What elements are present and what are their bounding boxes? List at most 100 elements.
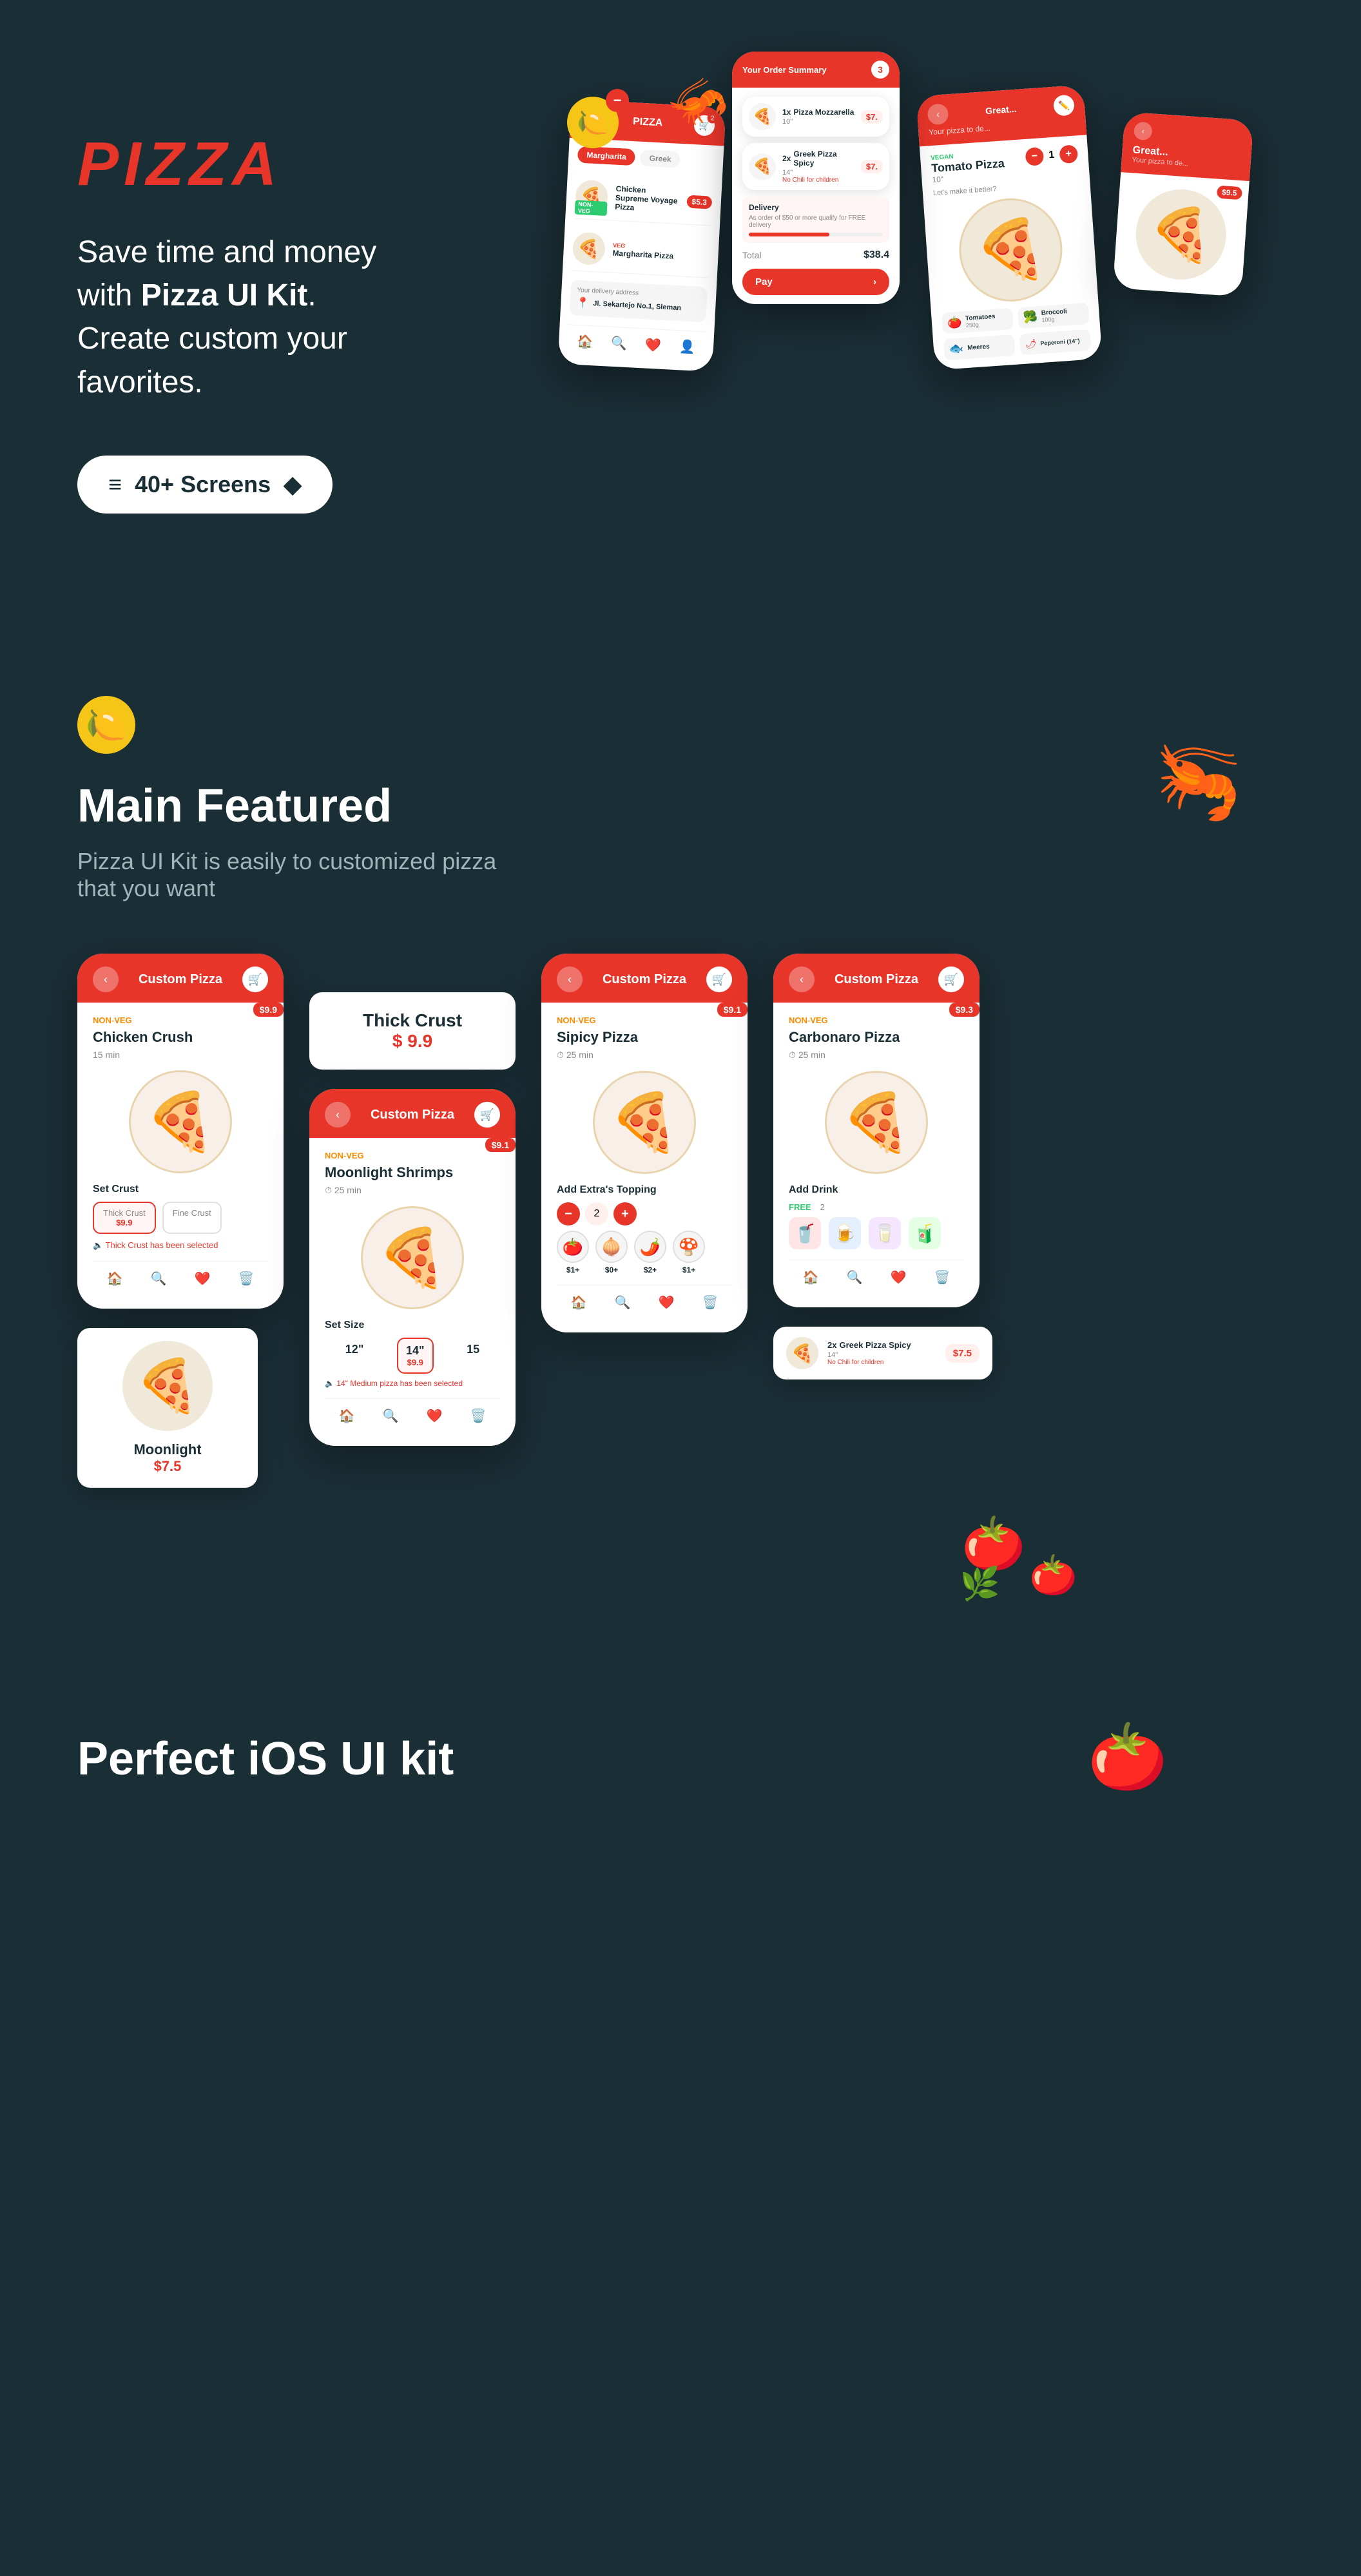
nav-heart-s3[interactable]: ❤️ xyxy=(659,1294,675,1311)
edit-icon-p3[interactable]: ✏️ xyxy=(1053,95,1075,117)
screen2-pizza-img-wrap: 🍕 xyxy=(325,1206,500,1309)
topping-plus-btn[interactable]: + xyxy=(613,1202,637,1226)
nav-home-s2[interactable]: 🏠 xyxy=(339,1408,355,1424)
cart-btn-s1[interactable]: 🛒 xyxy=(242,966,268,992)
screen3-pizza-name: Sipicy Pizza xyxy=(557,1029,732,1046)
nav-heart-p1[interactable]: ❤️ xyxy=(645,337,662,354)
size-options-s2: 12" 14" $9.9 15 xyxy=(325,1338,500,1374)
crust-opt-thick[interactable]: Thick Crust $9.9 xyxy=(93,1202,156,1234)
nav-heart-s4[interactable]: ❤️ xyxy=(891,1269,907,1285)
pizza-item-1: 🍕 NON-VEG Chicken Supreme Voyage Pizza $… xyxy=(574,173,713,226)
crust-fine-name: Fine Crust xyxy=(173,1208,211,1218)
phone1-body: Margharita Greek 🍕 NON-VEG xyxy=(557,138,724,372)
screen4-pizza-img-wrap: 🍕 xyxy=(789,1071,964,1174)
tab-greek[interactable]: Greek xyxy=(640,149,680,168)
back-btn-s2[interactable]: ‹ xyxy=(325,1102,351,1128)
size-opt-15[interactable]: 15 xyxy=(459,1338,487,1374)
nav-trash-s4[interactable]: 🗑️ xyxy=(934,1269,951,1285)
screen4-header: ‹ Custom Pizza 🛒 xyxy=(773,954,980,1003)
order-summary-header-bar: Your Order Summary 3 xyxy=(732,52,900,88)
s2-time-val: 25 min xyxy=(334,1185,362,1195)
moonlight-pizza-img: 🍕 xyxy=(122,1341,213,1431)
qty-plus-p3[interactable]: + xyxy=(1059,144,1078,164)
nav-home-s1[interactable]: 🏠 xyxy=(107,1271,123,1287)
tomato-icon: 🍅 xyxy=(947,316,962,331)
category-tabs-p1: Margharita Greek xyxy=(577,146,715,170)
broccoli-qty: 100g xyxy=(1041,315,1068,323)
topping-add-controls: − 2 + xyxy=(557,1202,732,1226)
nav-trash-s2[interactable]: 🗑️ xyxy=(470,1408,487,1424)
back-icon-p4[interactable]: ‹ xyxy=(1134,121,1153,140)
screen1-title: Custom Pizza xyxy=(139,972,222,987)
greek-qty-name: 2x Greek Pizza Spicy xyxy=(827,1340,936,1350)
nav-heart-s1[interactable]: ❤️ xyxy=(195,1271,211,1287)
crust-opt-fine[interactable]: Fine Crust xyxy=(162,1202,222,1234)
phone3-body: VEGAN Tomato Pizza 10" − 1 + Let's make … xyxy=(920,135,1103,370)
layers-icon: ≡ xyxy=(108,471,122,498)
nav-home-p1[interactable]: 🏠 xyxy=(577,333,594,350)
nav-user-p1[interactable]: 👤 xyxy=(679,338,695,355)
nav-heart-s2[interactable]: ❤️ xyxy=(427,1408,443,1424)
brand-logo: PIZZA xyxy=(77,129,464,200)
cart-btn-s3[interactable]: 🛒 xyxy=(706,966,732,992)
nav-search-p1[interactable]: 🔍 xyxy=(611,335,628,352)
topping-minus-btn[interactable]: − xyxy=(557,1202,580,1226)
nav-search-s3[interactable]: 🔍 xyxy=(615,1294,631,1311)
nav-search-s4[interactable]: 🔍 xyxy=(847,1269,863,1285)
phone3-title: Great... xyxy=(985,104,1017,116)
price-badge-s1: $9.9 xyxy=(253,1003,284,1017)
delivery-addr-bar: Your delivery address 📍 Jl. Sekartejo No… xyxy=(569,280,708,322)
screen2-title: Custom Pizza xyxy=(371,1108,454,1122)
featured-screens: ‹ Custom Pizza 🛒 $9.9 NON-VEG Chicken Cr… xyxy=(77,954,1284,1488)
pay-button[interactable]: Pay › xyxy=(742,269,889,295)
topping-peperoni-info: Peperoni (14") xyxy=(1040,337,1080,346)
screens-badge[interactable]: ≡ 40+ Screens ◆ xyxy=(77,456,333,514)
phone4-header-row: ‹ xyxy=(1134,121,1243,147)
order-badge: 3 xyxy=(871,61,889,79)
pizza-info-1: Chicken Supreme Voyage Pizza xyxy=(615,184,680,215)
tab-margharita[interactable]: Margharita xyxy=(577,146,636,166)
screen1-pizza-name: Chicken Crush xyxy=(93,1029,268,1046)
nav-search-s1[interactable]: 🔍 xyxy=(151,1271,167,1287)
thick-crust-name: Thick Crust xyxy=(333,1010,492,1031)
cart-btn-s4[interactable]: 🛒 xyxy=(938,966,964,992)
screen2-body: $9.1 NON-VEG Moonlight Shrimps ⏱ 25 min … xyxy=(309,1138,516,1446)
order-summary-title: Your Order Summary xyxy=(742,65,827,75)
qty-minus-p3[interactable]: − xyxy=(1025,147,1045,166)
size-opt-14[interactable]: 14" $9.9 xyxy=(397,1338,434,1374)
nav-trash-s1[interactable]: 🗑️ xyxy=(238,1271,255,1287)
topping-meeres-info: Meeres xyxy=(967,343,990,352)
feat-col-right-mid: ‹ Custom Pizza 🛒 $9.1 NON-VEG Sipicy Piz… xyxy=(541,954,748,1332)
drink-cola: 🥤 xyxy=(789,1217,821,1249)
screen4-bottom-nav: 🏠 🔍 ❤️ 🗑️ xyxy=(789,1260,964,1294)
screen1-bottom-nav: 🏠 🔍 ❤️ 🗑️ xyxy=(93,1261,268,1296)
nav-trash-s3[interactable]: 🗑️ xyxy=(702,1294,719,1311)
nav-home-s4[interactable]: 🏠 xyxy=(803,1269,819,1285)
order-qty-name-1: 1x Pizza Mozzarella xyxy=(782,108,854,117)
topping-mushroom-s3: 🍄 $1+ xyxy=(673,1231,705,1274)
crust-selected-text: Thick Crust has been selected xyxy=(106,1240,218,1250)
order-price-1: $7. xyxy=(861,110,883,124)
screen-chicken-crush: ‹ Custom Pizza 🛒 $9.9 NON-VEG Chicken Cr… xyxy=(77,954,284,1309)
hero-tagline: Save time and money with Pizza UI Kit. C… xyxy=(77,231,412,404)
drink-badge: FREE xyxy=(789,1202,811,1212)
back-btn-s4[interactable]: ‹ xyxy=(789,966,815,992)
phone3-name-area: VEGAN Tomato Pizza 10" xyxy=(931,149,1006,184)
order-name-1: Pizza Mozzarella xyxy=(793,108,854,117)
back-btn-s1[interactable]: ‹ xyxy=(93,966,119,992)
screen1-pizza-img-wrap: 🍕 xyxy=(93,1070,268,1173)
size-14-val: 14" xyxy=(406,1344,425,1358)
size-opt-12[interactable]: 12" xyxy=(338,1338,372,1374)
broccoli-icon: 🥦 xyxy=(1023,310,1038,325)
nav-search-s2[interactable]: 🔍 xyxy=(383,1408,399,1424)
order-item-1: 🍕 1x Pizza Mozzarella 10" $7. xyxy=(742,97,889,137)
cart-btn-s2[interactable]: 🛒 xyxy=(474,1102,500,1128)
back-icon-p3[interactable]: ‹ xyxy=(927,103,949,125)
back-btn-s3[interactable]: ‹ xyxy=(557,966,583,992)
screen3-pizza-img: 🍕 xyxy=(593,1071,696,1174)
topping-tomato: 🍅 Tomatoes 250g xyxy=(941,308,1014,334)
screen4-title: Custom Pizza xyxy=(835,972,918,987)
nav-home-s3[interactable]: 🏠 xyxy=(571,1294,587,1311)
order-pizza-img-2: 🍕 xyxy=(749,153,776,180)
greek-price: $7.5 xyxy=(945,1344,980,1363)
